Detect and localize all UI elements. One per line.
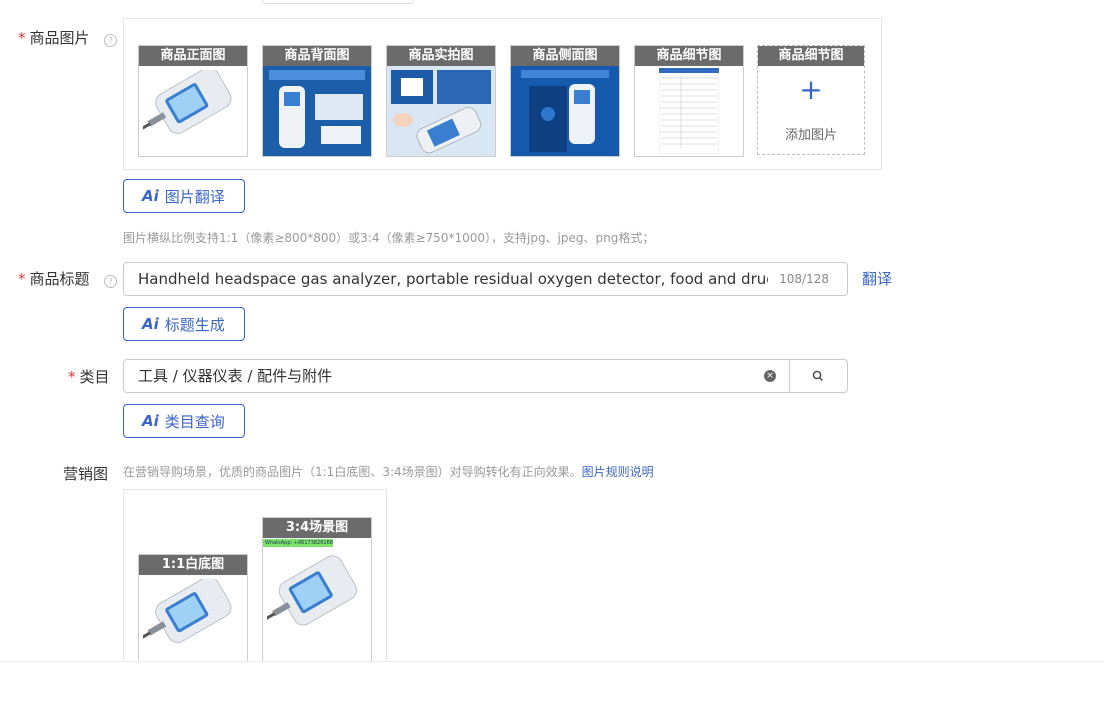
category-value: 工具 / 仪器仪表 / 配件与附件: [138, 367, 333, 385]
product-device-image: [143, 579, 232, 643]
image-translate-button[interactable]: Ai 图片翻译: [123, 179, 245, 213]
image-thumbnail-detail[interactable]: 商品细节图: [634, 45, 744, 157]
marketing-hint-row: 在营销导购场景，优质的商品图片（1:1白底图、3:4场景图）对导购转化有正向效果…: [123, 463, 654, 480]
image-thumbnail-front[interactable]: 商品正面图: [138, 45, 248, 157]
image-thumbnail-real[interactable]: 商品实拍图: [386, 45, 496, 157]
category-query-button[interactable]: Ai 类目查询: [123, 404, 245, 438]
thumbnail-caption: 商品侧面图: [511, 46, 619, 66]
image-rule-link[interactable]: 图片规则说明: [582, 465, 654, 479]
required-mark: *: [18, 29, 26, 47]
product-back-image: [263, 66, 371, 156]
category-label-row: * 类目: [68, 366, 110, 387]
ai-icon: Ai: [142, 187, 159, 205]
image-translate-label: 图片翻译: [164, 187, 225, 206]
category-search-button[interactable]: [789, 360, 849, 392]
category-label: 类目: [79, 368, 110, 386]
main-images-label-row: * 商品图片 ?: [18, 27, 118, 48]
scene-watermark: WhatsApp: +8617382616825: [263, 539, 333, 547]
thumbnail-caption: 商品实拍图: [387, 46, 495, 66]
thumbnail-caption: 1:1白底图: [139, 555, 247, 575]
product-side-image: [511, 66, 619, 156]
add-image-label: 添加图片: [784, 128, 837, 143]
help-icon[interactable]: ?: [104, 275, 118, 288]
marketing-square-image[interactable]: 1:1白底图: [138, 554, 248, 666]
marketing-label: 营销图: [63, 465, 109, 483]
thumbnail-caption: 商品正面图: [139, 46, 247, 66]
marketing-hint: 在营销导购场景，优质的商品图片（1:1白底图、3:4场景图）对导购转化有正向效果…: [123, 465, 582, 479]
thumbnail-caption: 商品细节图: [758, 46, 864, 66]
product-device-image: [267, 555, 357, 626]
required-mark: *: [68, 368, 76, 386]
help-icon[interactable]: ?: [104, 34, 118, 47]
thumbnail-caption: 3:4场景图: [263, 518, 371, 538]
marketing-scene-image[interactable]: 3:4场景图 WhatsApp: +8617382616825: [262, 517, 372, 667]
title-translate-link[interactable]: 翻译: [862, 268, 892, 289]
image-thumbnail-side[interactable]: 商品侧面图: [510, 45, 620, 157]
previous-field-bottom: [262, 0, 414, 4]
ai-icon: Ai: [142, 412, 159, 430]
search-icon: [812, 370, 823, 381]
product-spec-sheet-image: [659, 68, 719, 154]
product-real-image: [387, 66, 495, 156]
image-thumbnail-back[interactable]: 商品背面图: [262, 45, 372, 157]
thumbnail-caption: 商品细节图: [635, 46, 743, 66]
required-mark: *: [18, 270, 26, 288]
product-device-image: [143, 70, 232, 134]
footer-area: [0, 661, 1104, 703]
title-generate-button[interactable]: Ai 标题生成: [123, 307, 245, 341]
category-select[interactable]: 工具 / 仪器仪表 / 配件与附件 ×: [123, 359, 848, 393]
title-char-counter: 108/128: [779, 272, 829, 286]
title-label-row: * 商品标题 ?: [18, 268, 118, 289]
main-images-label: 商品图片: [29, 29, 90, 47]
category-query-label: 类目查询: [164, 412, 225, 431]
title-input[interactable]: Handheld headspace gas analyzer, portabl…: [123, 262, 848, 296]
title-generate-label: 标题生成: [164, 315, 225, 334]
thumbnail-caption: 商品背面图: [263, 46, 371, 66]
clear-icon[interactable]: ×: [764, 370, 776, 382]
title-label: 商品标题: [29, 270, 90, 288]
ai-icon: Ai: [142, 315, 159, 333]
add-image-button[interactable]: 商品细节图 + 添加图片: [757, 45, 865, 155]
image-format-hint: 图片横纵比例支持1:1（像素≥800*800）或3:4（像素≥750*1000）…: [123, 231, 655, 245]
title-input-value: Handheld headspace gas analyzer, portabl…: [138, 270, 768, 288]
plus-icon: +: [799, 73, 823, 106]
